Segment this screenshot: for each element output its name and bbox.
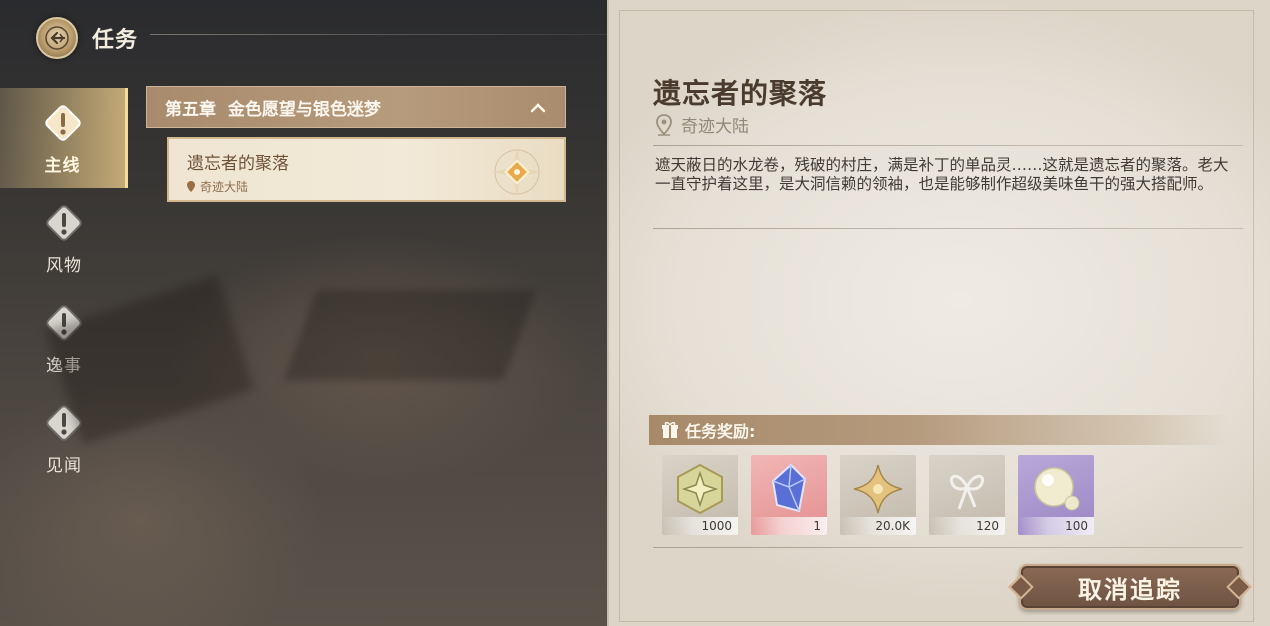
divider xyxy=(653,228,1243,229)
reward-item[interactable]: 1 xyxy=(751,455,827,535)
tab-anecdotes[interactable]: 逸事 xyxy=(0,288,128,388)
location-label: 奇迹大陆 xyxy=(681,117,749,137)
reward-item[interactable]: 1000 xyxy=(662,455,738,535)
cancel-tracking-button[interactable]: 取消追踪 xyxy=(1019,564,1241,610)
tab-observations[interactable]: 见闻 xyxy=(0,388,128,488)
nav-label: 见闻 xyxy=(46,455,82,476)
star-badge-icon xyxy=(677,463,723,515)
tracking-star-icon xyxy=(492,147,542,197)
chapter-title: 第五章 金色愿望与银色迷梦 xyxy=(165,99,381,120)
divider xyxy=(653,547,1243,548)
rewards-label: 任务奖励: xyxy=(685,422,756,441)
nav-label: 逸事 xyxy=(46,355,82,376)
quest-location-label: 奇迹大陆 xyxy=(200,180,249,194)
reward-quantity: 20.0K xyxy=(840,517,916,535)
rewards-header: 任务奖励: xyxy=(649,415,1229,445)
chapter-header[interactable]: 第五章 金色愿望与银色迷梦 xyxy=(146,86,566,128)
header: 任务 xyxy=(36,16,138,60)
chevron-up-icon xyxy=(530,103,546,113)
reward-item[interactable]: 20.0K xyxy=(840,455,916,535)
side-nav: 主线 风物 逸事 见闻 xyxy=(0,88,130,488)
gold-star-coin-icon xyxy=(853,464,903,514)
header-divider xyxy=(150,34,610,35)
silver-ribbon-icon xyxy=(950,474,984,510)
quest-alert-icon xyxy=(41,101,85,145)
map-pin-icon xyxy=(656,113,672,136)
quest-detail-panel: 遗忘者的聚落 奇迹大陆 遮天蔽日的水龙卷，残破的村庄，满是补丁的单品灵……这就是… xyxy=(607,0,1270,626)
reward-quantity: 100 xyxy=(1018,517,1094,535)
location-pin-icon xyxy=(187,181,195,192)
pearl-icon xyxy=(1034,467,1080,511)
quest-alert-icon xyxy=(42,201,86,245)
reward-quantity: 120 xyxy=(929,517,1005,535)
tab-main-story[interactable]: 主线 xyxy=(0,88,128,188)
reward-quantity: 1000 xyxy=(662,517,738,535)
page-title: 任务 xyxy=(92,28,139,53)
nav-label: 风物 xyxy=(46,255,82,276)
back-emblem-icon xyxy=(45,26,69,50)
reward-item[interactable]: 120 xyxy=(929,455,1005,535)
quest-detail-title: 遗忘者的聚落 xyxy=(653,77,828,110)
reward-quantity: 1 xyxy=(751,517,827,535)
quest-alert-icon xyxy=(42,401,86,445)
nav-label: 主线 xyxy=(44,155,81,176)
reward-list: 1000 1 20.0K 120 100 xyxy=(662,455,1107,535)
quest-alert-icon xyxy=(42,301,86,345)
gift-icon xyxy=(662,421,678,438)
back-button[interactable] xyxy=(36,17,78,59)
background-scene: 任务 主线 风物 逸事 见闻 第五章 金色愿望与银色迷梦 遗忘者的聚落 奇迹大陆 xyxy=(0,0,610,626)
quest-description: 遮天蔽日的水龙卷，残破的村庄，满是补丁的单品灵……这就是遗忘者的聚落。老大一直守… xyxy=(655,156,1229,193)
reward-item[interactable]: 100 xyxy=(1018,455,1094,535)
divider xyxy=(653,145,1243,146)
quest-list-item[interactable]: 遗忘者的聚落 奇迹大陆 xyxy=(167,137,566,202)
blue-crystal-icon xyxy=(771,463,807,513)
quest-detail-location: 奇迹大陆 xyxy=(655,112,749,137)
tab-local-lore[interactable]: 风物 xyxy=(0,188,128,288)
